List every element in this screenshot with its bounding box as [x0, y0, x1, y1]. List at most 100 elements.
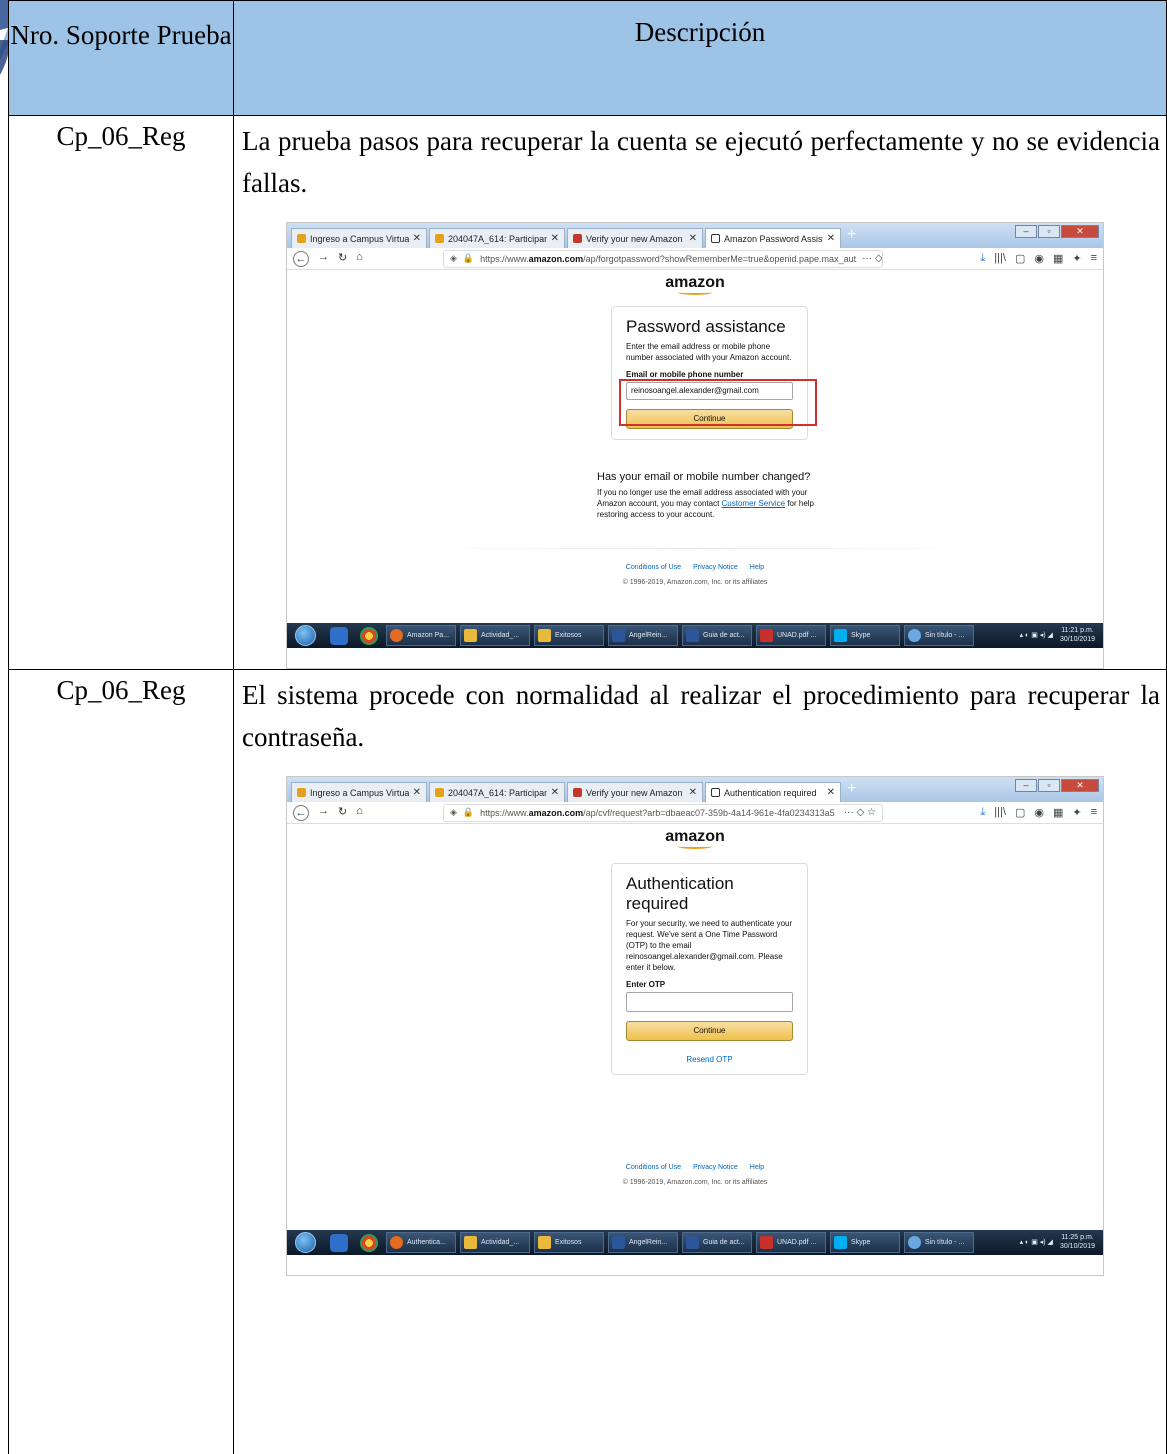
conditions-link[interactable]: Conditions of Use [626, 1164, 681, 1171]
back-icon[interactable]: ← [293, 804, 309, 821]
conditions-link[interactable]: Conditions of Use [626, 564, 681, 571]
home-icon[interactable]: ⌂ [356, 805, 363, 821]
tray-icons[interactable]: ▴ ◐ ▣ ◂) ◢ [1020, 631, 1053, 640]
taskbar-item[interactable]: UNAD.pdf ... [756, 625, 826, 646]
home-icon[interactable]: ⌂ [356, 251, 363, 267]
browser-tab-active[interactable]: Amazon Password Assistance ✕ [705, 228, 841, 248]
taskbar-item[interactable]: Exitosos [534, 625, 604, 646]
browser-nav-bar: ← → ↻ ⌂ ◈ 🔒 https://www.amazon.com/ap/forgot… [287, 248, 1103, 270]
minimize-icon[interactable]: – [1015, 779, 1037, 792]
privacy-link[interactable]: Privacy Notice [693, 1164, 738, 1171]
forward-icon[interactable]: → [318, 805, 329, 821]
tray-icons[interactable]: ▴ ◐ ▣ ◂) ◢ [1020, 1238, 1053, 1247]
taskbar-item[interactable]: AngelRein... [608, 625, 678, 646]
taskbar-item[interactable]: AngelRein... [608, 1232, 678, 1253]
taskbar-item[interactable]: Authentica... [386, 1232, 456, 1253]
taskbar-label: Skype [851, 1239, 871, 1246]
close-icon[interactable]: ✕ [689, 787, 697, 798]
tray-date: 30/10/2019 [1059, 1243, 1095, 1250]
skype-icon [834, 1236, 847, 1249]
taskbar-item[interactable]: Guia de act... [682, 1232, 752, 1253]
chrome-icon[interactable] [360, 626, 378, 645]
maximize-icon[interactable]: ▫ [1038, 779, 1060, 792]
close-icon[interactable]: ✕ [689, 233, 697, 244]
close-icon[interactable]: ✕ [413, 233, 421, 244]
tab-label: 204047A_614: Participantes [448, 787, 547, 798]
taskbar-item[interactable]: Skype [830, 625, 900, 646]
media-player-icon[interactable] [330, 626, 348, 645]
minimize-icon[interactable]: – [1015, 225, 1037, 238]
reload-icon[interactable]: ↻ [338, 251, 347, 267]
library-icon[interactable]: |||\ [994, 806, 1006, 819]
new-tab-icon[interactable]: + [847, 780, 856, 802]
taskbar-item[interactable]: Actividad_... [460, 1232, 530, 1253]
chrome-icon[interactable] [360, 1233, 378, 1252]
window-close-icon[interactable]: ✕ [1061, 779, 1099, 792]
resend-otp-link[interactable]: Resend OTP [626, 1055, 793, 1064]
reload-icon[interactable]: ↻ [338, 805, 347, 821]
taskbar-item[interactable]: UNAD.pdf ... [756, 1232, 826, 1253]
customer-service-link[interactable]: Customer Service [722, 499, 786, 508]
window-close-icon[interactable]: ✕ [1061, 225, 1099, 238]
otp-field[interactable] [626, 992, 793, 1012]
browser-tab[interactable]: Verify your new Amazon acco ✕ [567, 782, 703, 802]
start-icon[interactable] [295, 625, 316, 646]
taskbar-item[interactable]: Amazon Pa... [386, 625, 456, 646]
library-icon[interactable]: |||\ [994, 252, 1006, 265]
media-player-icon[interactable] [330, 1233, 348, 1252]
close-icon[interactable]: ✕ [551, 233, 559, 244]
download-icon[interactable]: ⤓ [980, 252, 985, 265]
extension-icon[interactable]: ▦ [1053, 806, 1063, 819]
unad-icon [435, 234, 444, 243]
close-icon[interactable]: ✕ [551, 787, 559, 798]
account-icon[interactable]: ◉ [1034, 806, 1044, 819]
taskbar-label: AngelRein... [629, 632, 668, 639]
page-actions-icon[interactable]: ··· ◇ ☆ [844, 807, 882, 818]
page-actions-icon[interactable]: ··· ◇ ☆ [862, 253, 882, 264]
forward-icon[interactable]: → [318, 251, 329, 267]
back-icon[interactable]: ← [293, 250, 309, 267]
maximize-icon[interactable]: ▫ [1038, 225, 1060, 238]
close-icon[interactable]: ✕ [827, 233, 835, 244]
help-link[interactable]: Help [750, 1164, 764, 1171]
authentication-card: Authentication required For your securit… [611, 863, 808, 1075]
taskbar-item[interactable]: Sin título - ... [904, 625, 974, 646]
download-icon[interactable]: ⤓ [980, 806, 985, 819]
browser-tab[interactable]: Ingreso a Campus Virtual - Un ✕ [291, 228, 427, 248]
help-link[interactable]: Help [750, 564, 764, 571]
browser-tab-active[interactable]: Authentication required ✕ [705, 782, 841, 802]
browser-tab[interactable]: 204047A_614: Participantes ✕ [429, 228, 565, 248]
address-bar[interactable]: ◈ 🔒 https://www.amazon.com/ap/cvf/request… [443, 803, 883, 822]
taskbar-item[interactable]: Skype [830, 1232, 900, 1253]
taskbar-item[interactable]: Exitosos [534, 1232, 604, 1253]
close-icon[interactable]: ✕ [827, 787, 835, 798]
taskbar-item[interactable]: Actividad_... [460, 625, 530, 646]
menu-icon[interactable]: ≡ [1091, 252, 1097, 265]
taskbar-item[interactable]: Guia de act... [682, 625, 752, 646]
taskbar-item[interactable]: Sin título - ... [904, 1232, 974, 1253]
browser-screenshot: Ingreso a Campus Virtual - Un ✕ 204047A_6… [286, 776, 1104, 1276]
continue-button[interactable]: Continue [626, 1021, 793, 1041]
shield-icon: ◈ [450, 807, 457, 817]
sidebar-icon[interactable]: ▢ [1015, 252, 1025, 265]
highlight-box [619, 379, 817, 426]
menu-icon[interactable]: ≡ [1091, 806, 1097, 819]
sidebar-icon[interactable]: ▢ [1015, 806, 1025, 819]
browser-tab[interactable]: Ingreso a Campus Virtual - Un ✕ [291, 782, 427, 802]
word-icon [612, 629, 625, 642]
start-icon[interactable] [295, 1232, 316, 1253]
page-footer: Conditions of Use Privacy Notice Help © 19… [287, 1164, 1103, 1186]
shield-icon: ◈ [450, 253, 457, 263]
browser-tab[interactable]: Verify your new Amazon acco ✕ [567, 228, 703, 248]
close-icon[interactable]: ✕ [413, 787, 421, 798]
new-tab-icon[interactable]: + [847, 226, 856, 248]
privacy-link[interactable]: Privacy Notice [693, 564, 738, 571]
tab-label: Ingreso a Campus Virtual - Un [310, 233, 409, 244]
address-bar[interactable]: ◈ 🔒 https://www.amazon.com/ap/forgotpassw… [443, 249, 883, 268]
extension-icon[interactable]: ▦ [1053, 252, 1063, 265]
tab-label: Amazon Password Assistance [724, 233, 823, 244]
account-icon[interactable]: ◉ [1034, 252, 1044, 265]
browser-tab[interactable]: 204047A_614: Participantes ✕ [429, 782, 565, 802]
extension-icon[interactable]: ✦ [1072, 252, 1081, 265]
extension-icon[interactable]: ✦ [1072, 806, 1081, 819]
